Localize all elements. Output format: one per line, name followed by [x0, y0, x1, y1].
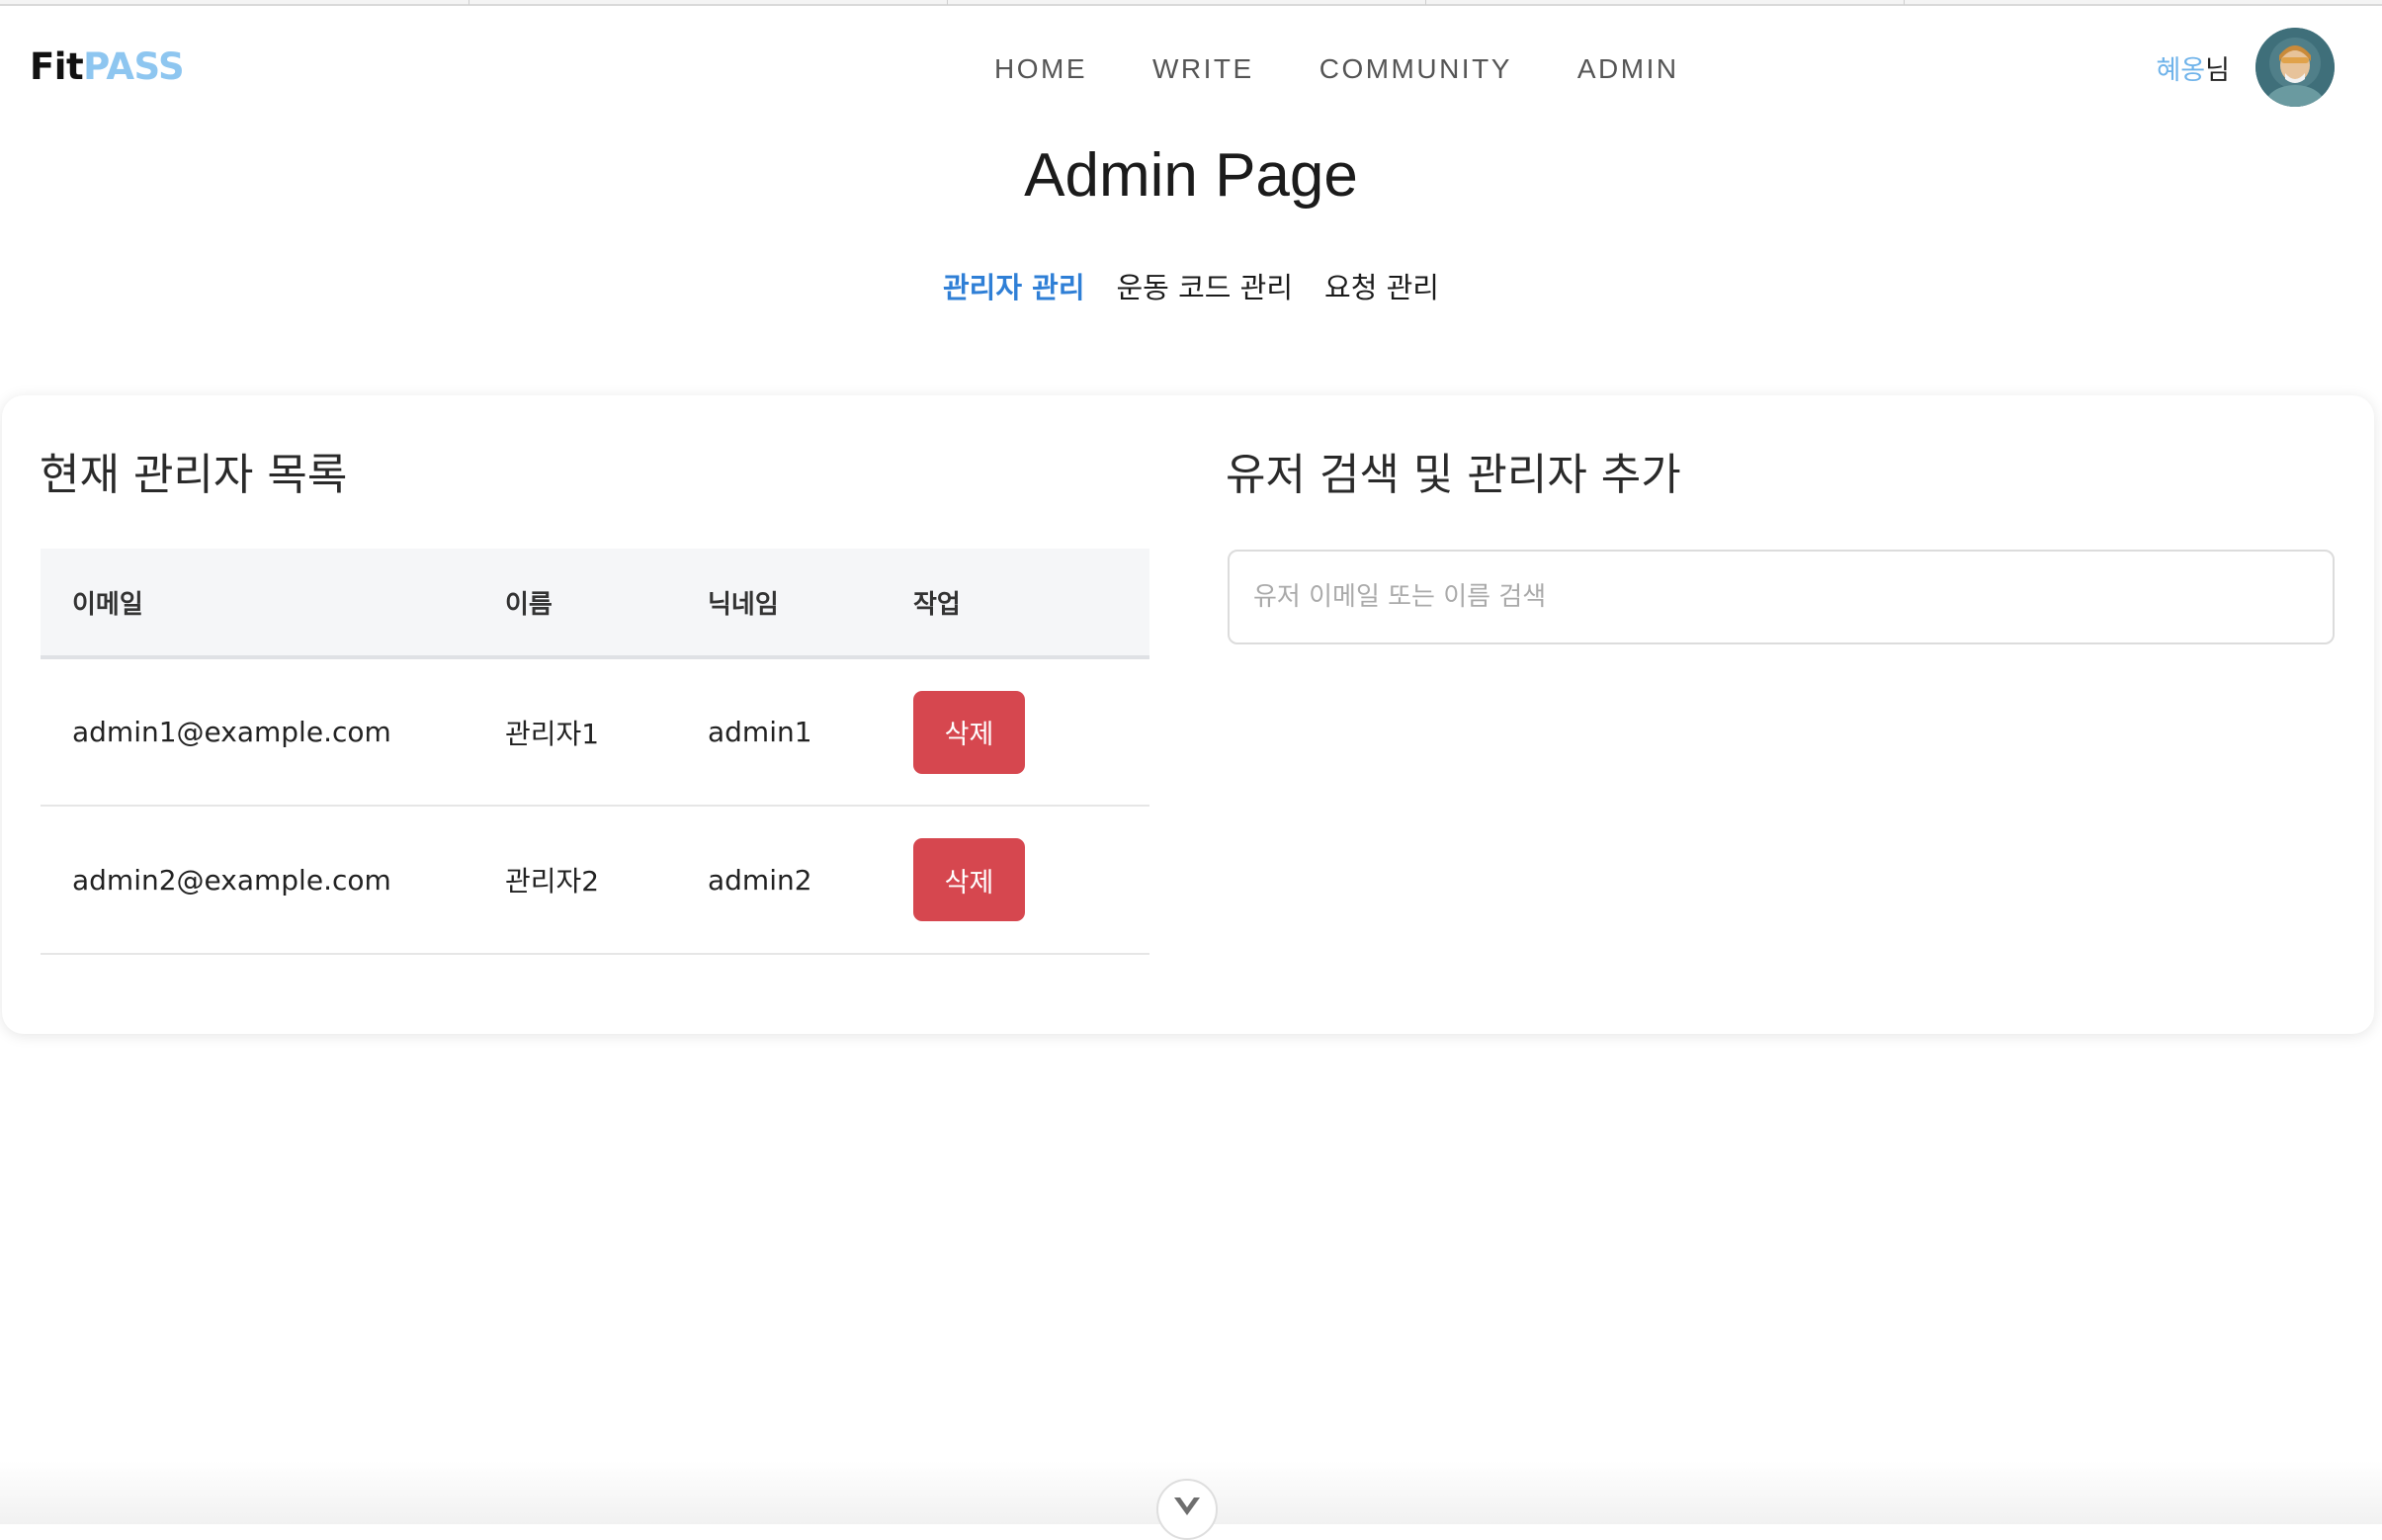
scroll-down-button[interactable] — [1156, 1479, 1218, 1540]
admin-table: 이메일 이름 닉네임 작업 admin1@example.com 관리자1 ad… — [41, 549, 1149, 955]
tab-admin-management[interactable]: 관리자 관리 — [943, 265, 1085, 306]
cell-name: 관리자1 — [505, 657, 708, 807]
delete-button[interactable]: 삭제 — [913, 838, 1025, 921]
cell-action: 삭제 — [913, 657, 1149, 807]
cell-email: admin2@example.com — [41, 806, 505, 955]
chevron-down-icon — [1174, 1497, 1200, 1515]
user-search-input[interactable] — [1228, 550, 2335, 644]
user-area: 혜옹님 — [2156, 28, 2335, 107]
nav-admin[interactable]: ADMIN — [1577, 53, 1679, 85]
table-row: admin1@example.com 관리자1 admin1 삭제 — [41, 657, 1149, 807]
logo-fit: Fit — [30, 45, 84, 88]
cell-nickname: admin1 — [708, 657, 913, 807]
tab-exercise-code-management[interactable]: 운동 코드 관리 — [1117, 265, 1294, 306]
column-header-email: 이메일 — [41, 549, 505, 659]
cell-name: 관리자2 — [505, 806, 708, 955]
cell-nickname: admin2 — [708, 806, 913, 955]
user-greeting[interactable]: 혜옹님 — [2156, 48, 2230, 87]
main-nav: HOME WRITE COMMUNITY ADMIN — [994, 53, 1744, 85]
column-header-action: 작업 — [913, 549, 1149, 659]
avatar-image — [2255, 28, 2335, 107]
avatar[interactable] — [2255, 28, 2335, 107]
table-row: admin2@example.com 관리자2 admin2 삭제 — [41, 806, 1149, 955]
logo-pass: PASS — [83, 45, 185, 88]
cell-email: admin1@example.com — [41, 657, 505, 807]
user-search-title: 유저 검색 및 관리자 추가 — [1226, 450, 1681, 500]
column-header-name: 이름 — [505, 549, 708, 659]
user-suffix: 님 — [2205, 54, 2230, 86]
table-header-row: 이메일 이름 닉네임 작업 — [41, 549, 1149, 659]
column-header-nickname: 닉네임 — [708, 549, 913, 659]
admin-list-title: 현재 관리자 목록 — [40, 450, 348, 500]
nav-home[interactable]: HOME — [994, 53, 1087, 85]
site-header: FitPASS HOME WRITE COMMUNITY ADMIN 혜옹님 — [0, 6, 2382, 128]
nav-community[interactable]: COMMUNITY — [1319, 53, 1512, 85]
page-title: Admin Page — [1024, 141, 1358, 210]
user-nick: 혜옹 — [2156, 54, 2206, 86]
logo[interactable]: FitPASS — [30, 45, 185, 88]
cell-action: 삭제 — [913, 806, 1149, 955]
delete-button[interactable]: 삭제 — [913, 690, 1025, 774]
admin-card: 현재 관리자 목록 이메일 이름 닉네임 작업 admin1@example.c… — [2, 395, 2374, 1034]
admin-tabs: 관리자 관리 운동 코드 관리 요청 관리 — [0, 265, 2382, 306]
tab-request-management[interactable]: 요청 관리 — [1324, 265, 1439, 306]
nav-write[interactable]: WRITE — [1152, 53, 1254, 85]
